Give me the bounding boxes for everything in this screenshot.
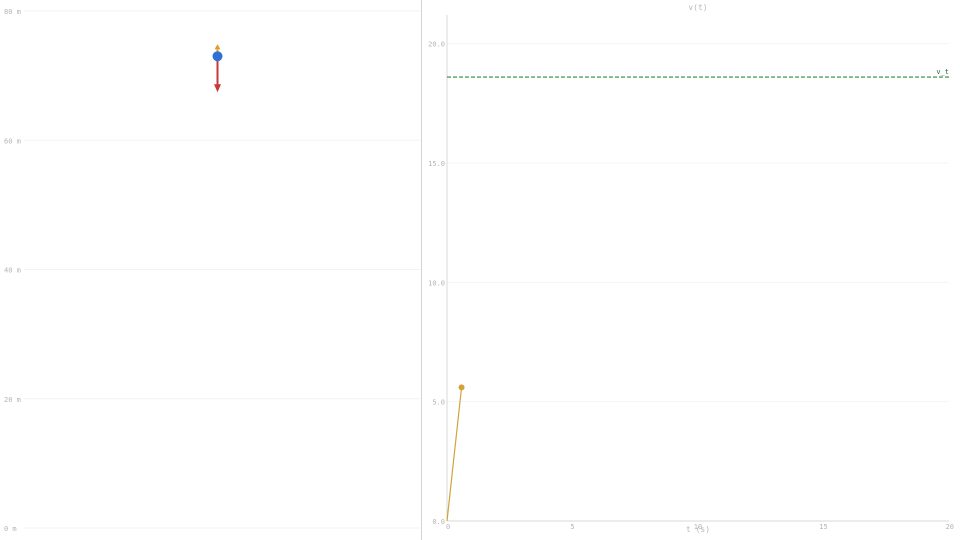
x-tick-label: 5 bbox=[570, 523, 574, 531]
x-tick-label: 20 bbox=[946, 523, 954, 531]
plot-axes bbox=[446, 15, 949, 522]
x-tick-label: 0 bbox=[446, 523, 450, 531]
velocity-plot: v(t) 0 5 10 15 20 0.05.010.015.020.0 v_t t (… bbox=[428, 3, 954, 534]
height-tick-label: 40 m bbox=[4, 267, 21, 275]
falling-object bbox=[212, 44, 223, 93]
plot-gridlines bbox=[447, 43, 949, 403]
height-tick-label: 60 m bbox=[4, 137, 21, 145]
terminal-velocity-label: v_t bbox=[936, 68, 949, 76]
fall-scene: 80 m 60 m 40 m 20 m 0 m bbox=[4, 8, 421, 533]
reference-lines: v_t bbox=[447, 68, 949, 78]
y-tick-label: 0.0 bbox=[432, 518, 445, 526]
plot-title: v(t) bbox=[688, 3, 707, 12]
gravity-force-arrow-head bbox=[214, 84, 221, 93]
height-tick-label: 20 m bbox=[4, 396, 21, 404]
x-tick-label: 15 bbox=[819, 523, 827, 531]
height-tick-label: 0 m bbox=[4, 525, 17, 533]
y-tick-label: 15.0 bbox=[428, 160, 445, 168]
plot-series bbox=[446, 384, 465, 522]
drag-force-arrow-head bbox=[214, 44, 221, 50]
y-tick-label: 10.0 bbox=[428, 279, 445, 287]
y-tick-label: 20.0 bbox=[428, 41, 445, 49]
height-gridlines bbox=[24, 10, 421, 529]
ball bbox=[212, 51, 223, 62]
y-axis-ticks: 0.0 5.0 10.0 15.0 20.0 bbox=[428, 41, 445, 526]
current-velocity-point bbox=[458, 384, 465, 391]
y-tick-label: 5.0 bbox=[432, 399, 445, 407]
height-tick-label: 80 m bbox=[4, 8, 21, 16]
x-axis-label: t (s) bbox=[686, 525, 710, 534]
velocity-curve bbox=[446, 387, 463, 522]
height-scale: 80 m 60 m 40 m 20 m 0 m bbox=[4, 8, 21, 533]
